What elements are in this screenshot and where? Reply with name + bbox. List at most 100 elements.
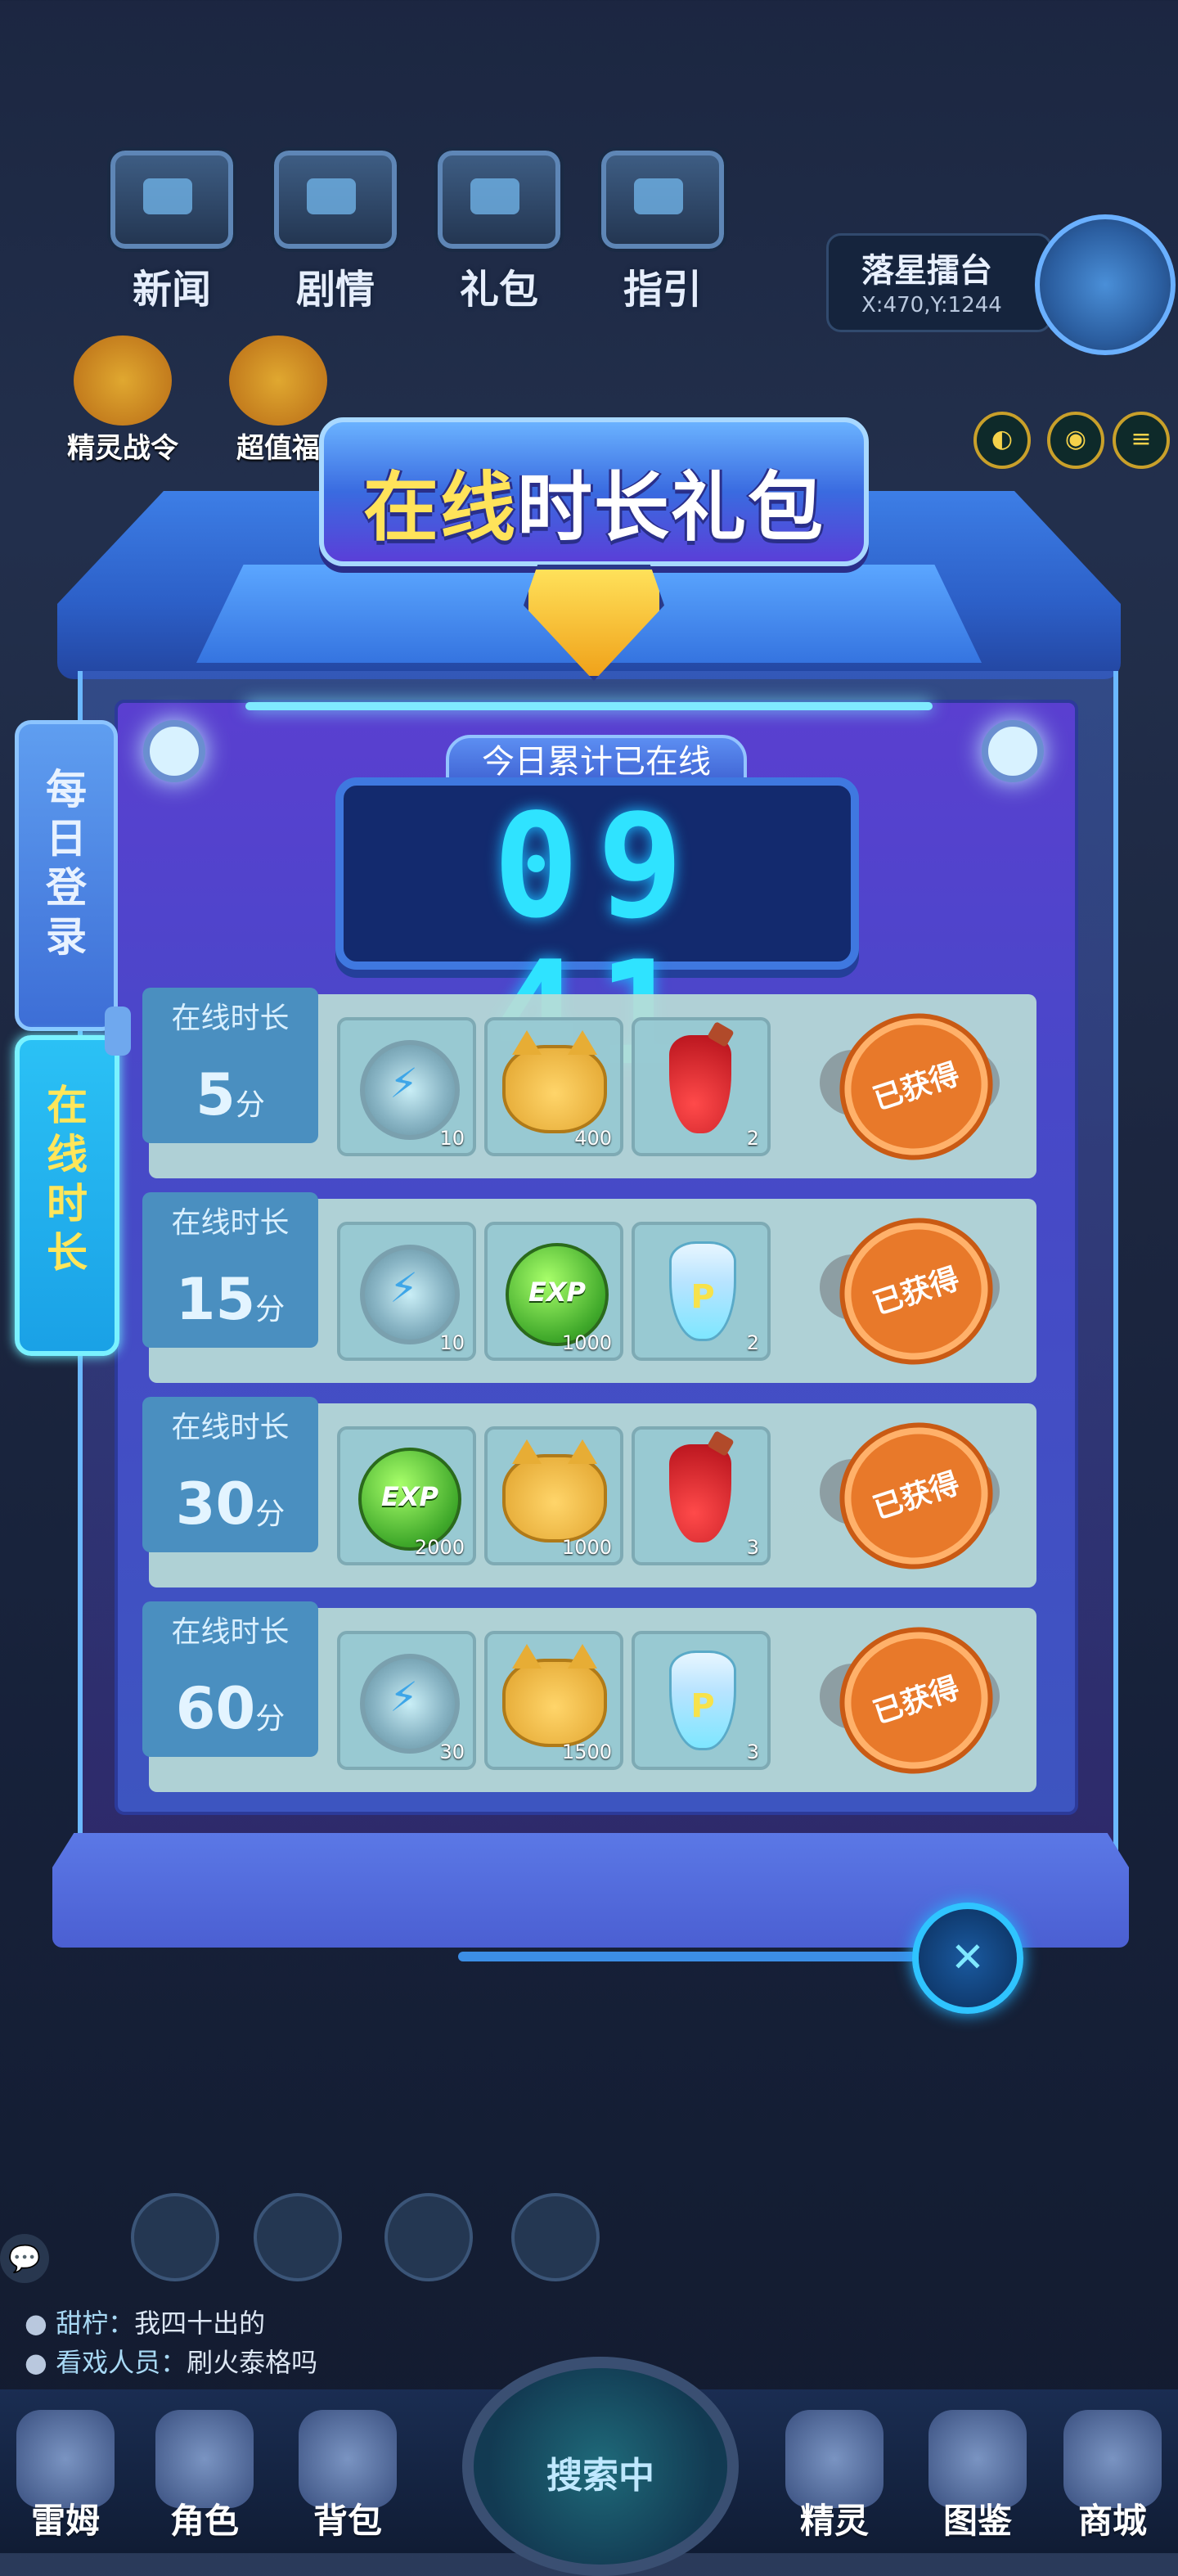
- pet-icon[interactable]: ◉: [1047, 412, 1104, 469]
- reward-qty: 3: [746, 1741, 759, 1763]
- reward-slot[interactable]: 1500: [484, 1631, 623, 1770]
- reward-slot[interactable]: 10: [337, 1222, 476, 1361]
- energy-gear-icon: [360, 1040, 460, 1140]
- top-menu-gift[interactable]: 礼包: [425, 147, 573, 314]
- stamp-badge: 已获得: [826, 1408, 1006, 1583]
- reward-slot[interactable]: P3: [632, 1631, 771, 1770]
- menu-icon[interactable]: ≡: [1113, 412, 1170, 469]
- reward-qty: 1000: [561, 1331, 612, 1354]
- chat-name: 甜柠: [56, 2308, 109, 2339]
- top-menu-gift-label: 礼包: [459, 267, 538, 313]
- p-potion-icon: P: [669, 1241, 736, 1341]
- top-menu-guide[interactable]: 指引: [589, 147, 736, 314]
- nav-character-label: 角色: [169, 2501, 239, 2541]
- reward-slot[interactable]: 400: [484, 1017, 623, 1156]
- reward-qty: 3: [746, 1536, 759, 1559]
- claimed-stamp: 已获得: [812, 1408, 1008, 1583]
- nav-shop[interactable]: 商城: [1051, 2410, 1174, 2543]
- value-offer-icon: [229, 336, 327, 426]
- guide-icon: [598, 147, 727, 252]
- row-minutes-unit: 分: [235, 1088, 265, 1122]
- reward-row: 在线时长 5分 10 400 2 已获得: [142, 988, 1036, 1178]
- energy-gear-icon: [360, 1245, 460, 1344]
- nav-leimu[interactable]: 雷姆: [4, 2410, 127, 2543]
- nav-leimu-label: 雷姆: [30, 2501, 100, 2541]
- side-tabs: 每日登录 在线时长: [15, 720, 119, 1356]
- popup-title-rest: 时长礼包: [517, 464, 825, 552]
- reward-slot[interactable]: 2: [632, 1017, 771, 1156]
- reward-slot[interactable]: EXP 2000: [337, 1426, 476, 1565]
- chat-line: ● 甜柠：我四十出的: [25, 2308, 266, 2339]
- online-counter: 09 41: [335, 777, 859, 1088]
- nav-spirit[interactable]: 精灵: [773, 2410, 896, 2543]
- cat-coin-icon: [502, 1644, 607, 1747]
- map-icon[interactable]: [1035, 214, 1176, 355]
- news-icon: [107, 147, 236, 252]
- nav-character[interactable]: 角色: [143, 2410, 266, 2543]
- battle-pass-button[interactable]: 精灵战令: [49, 336, 196, 466]
- reward-slot[interactable]: 3: [632, 1426, 771, 1565]
- location-box[interactable]: 落星擂台 X:470,Y:1244: [826, 233, 1052, 332]
- chat-icon[interactable]: 💬: [0, 2234, 49, 2283]
- location-coords: X:470,Y:1244: [861, 293, 1002, 317]
- row-title: 在线时长: [171, 1206, 290, 1240]
- chat-log: ● 甜柠：我四十出的 ● 看戏人员：刷火泰格吗: [25, 2304, 317, 2382]
- reward-qty: 1500: [561, 1741, 612, 1763]
- top-menu-news-label: 新闻: [132, 267, 211, 313]
- shortcut-button[interactable]: [511, 2193, 600, 2281]
- spotlight-left-icon: [143, 720, 205, 782]
- stamp-badge: 已获得: [826, 1204, 1006, 1379]
- nav-backpack[interactable]: 背包: [286, 2410, 409, 2543]
- reward-slot[interactable]: EXP 1000: [484, 1222, 623, 1361]
- top-menu-story[interactable]: 剧情: [262, 147, 409, 314]
- row-minutes: 30分: [142, 1470, 318, 1538]
- claimed-stamp: 已获得: [812, 1204, 1008, 1379]
- row-duration: 在线时长 15分: [142, 1192, 318, 1348]
- row-minutes: 5分: [142, 1061, 318, 1128]
- reward-qty: 400: [574, 1127, 612, 1150]
- shortcut-button[interactable]: [384, 2193, 473, 2281]
- row-minutes-value: 5: [196, 1061, 236, 1128]
- reward-qty: 2: [746, 1127, 759, 1150]
- reward-slot[interactable]: 30: [337, 1631, 476, 1770]
- nav-shop-label: 商城: [1077, 2501, 1147, 2541]
- cat-coin-icon: [502, 1439, 607, 1542]
- speaker-icon[interactable]: ◐: [973, 412, 1031, 469]
- battle-pass-label: 精灵战令: [67, 432, 178, 465]
- top-menu-story-label: 剧情: [295, 267, 375, 313]
- close-button[interactable]: ✕: [912, 1903, 1023, 2014]
- row-minutes-value: 30: [175, 1470, 256, 1538]
- row-minutes-unit: 分: [255, 1702, 286, 1736]
- shortcut-button[interactable]: [254, 2193, 342, 2281]
- gift-icon: [434, 147, 564, 252]
- claimed-label: 已获得: [869, 1466, 964, 1526]
- reward-slot[interactable]: 10: [337, 1017, 476, 1156]
- popup-title-banner: 在线时长礼包: [319, 417, 869, 566]
- shortcut-button[interactable]: [131, 2193, 219, 2281]
- top-menu-news[interactable]: 新闻: [98, 147, 245, 314]
- claimed-label: 已获得: [869, 1671, 964, 1731]
- nav-codex[interactable]: 图鉴: [916, 2410, 1039, 2543]
- red-potion-icon: [669, 1444, 731, 1542]
- chat-message: 我四十出的: [134, 2308, 266, 2339]
- tab-online-time-label: 在线时长: [47, 1082, 88, 1277]
- tab-online-time[interactable]: 在线时长: [15, 1035, 119, 1356]
- row-duration: 在线时长 60分: [142, 1601, 318, 1757]
- reward-slot[interactable]: P2: [632, 1222, 771, 1361]
- tab-daily-login[interactable]: 每日登录: [15, 720, 118, 1031]
- row-duration: 在线时长 5分: [142, 988, 318, 1143]
- reward-qty: 10: [439, 1127, 465, 1150]
- row-duration: 在线时长 30分: [142, 1397, 318, 1552]
- row-minutes-value: 15: [175, 1266, 256, 1333]
- reward-slot[interactable]: 1000: [484, 1426, 623, 1565]
- row-minutes-unit: 分: [255, 1497, 286, 1531]
- battle-pass-icon: [74, 336, 172, 426]
- reward-qty: 1000: [561, 1536, 612, 1559]
- cat-coin-icon: [502, 1030, 607, 1133]
- row-minutes-unit: 分: [255, 1293, 286, 1326]
- row-minutes: 60分: [142, 1675, 318, 1742]
- claimed-stamp: 已获得: [812, 999, 1008, 1174]
- radar-search-button[interactable]: 搜索中: [462, 2357, 739, 2576]
- reward-qty: 2: [746, 1331, 759, 1354]
- stamp-badge: 已获得: [826, 1613, 1006, 1788]
